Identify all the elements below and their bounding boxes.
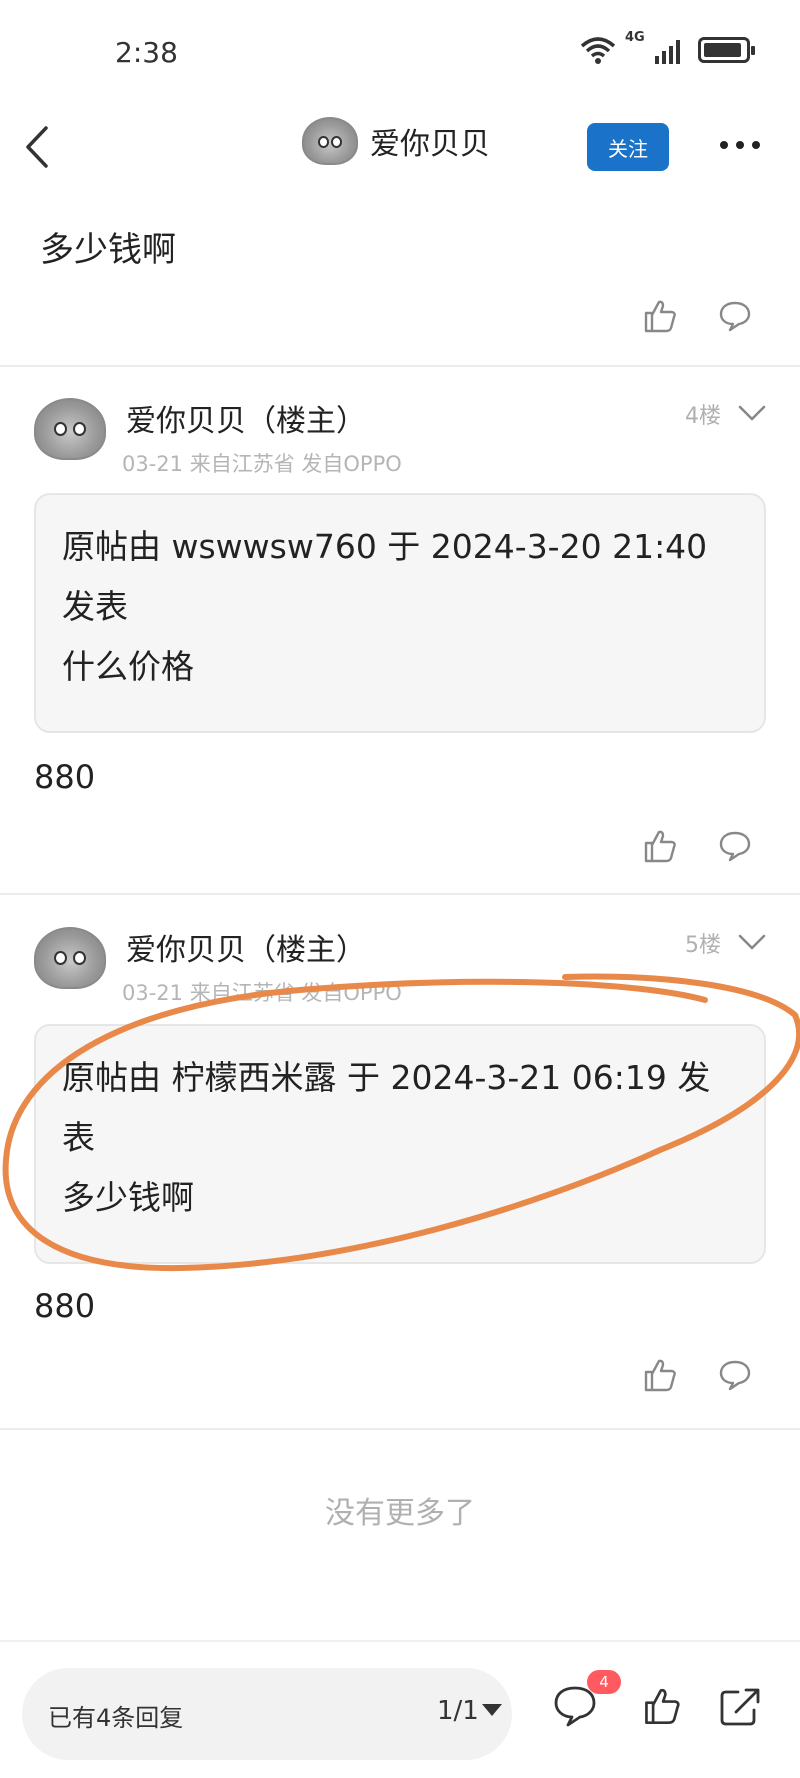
follow-button[interactable]: 关注 [587,123,669,171]
no-more-text: 没有更多了 [325,1496,475,1531]
status-time: 2:38 [115,36,178,69]
post-actions [642,1357,752,1393]
more-options-button[interactable] [720,135,770,155]
nav-author[interactable]: 爱你贝贝 [302,117,490,165]
reply-content: 880 [34,758,96,796]
comment-count-badge: 4 [587,1670,621,1694]
avatar[interactable] [34,927,106,989]
post-actions [642,298,752,334]
more-dot-icon [736,141,744,149]
page-indicator[interactable]: 1/1 [437,1696,479,1726]
divider [0,365,800,367]
reply-content: 880 [34,1287,96,1325]
floor-number: 4楼 [685,404,721,429]
divider [0,1428,800,1430]
thumbs-up-icon[interactable] [642,298,678,334]
quote-body: 什么价格 [62,647,194,686]
quote-box: 原帖由 wswwsw760 于 2024-3-20 21:40 发表 什么价格 [34,493,766,733]
chevron-down-icon[interactable] [738,933,766,951]
thumbs-up-icon[interactable] [642,1686,682,1726]
floor-meta: 03-21 来自江苏省 发自OPPO [122,981,402,1005]
more-dot-icon [720,141,728,149]
reply-input[interactable]: 已有4条回复 1/1 [22,1668,512,1760]
status-icons: 4G [579,30,755,64]
quote-box: 原帖由 柠檬西米露 于 2024-3-21 06:19 发表 多少钱啊 [34,1024,766,1264]
back-button[interactable] [18,122,58,172]
thumbs-up-icon[interactable] [642,1357,678,1393]
floor-meta: 03-21 来自江苏省 发自OPPO [122,452,402,476]
status-bar: 2:38 4G [0,0,800,100]
comment-icon[interactable] [718,830,752,862]
share-icon[interactable] [718,1684,762,1728]
signal-icon: 4G [625,30,680,64]
network-label: 4G [625,30,645,45]
more-dot-icon [752,141,760,149]
chevron-down-icon[interactable] [738,404,766,422]
floor-number: 5楼 [685,933,721,958]
quote-header: 原帖由 wswwsw760 于 2024-3-20 21:40 发表 [62,527,708,626]
floor-author[interactable]: 爱你贝贝（楼主） [126,925,366,969]
battery-icon [698,37,755,63]
chevron-left-icon [26,126,48,168]
quote-header: 原帖由 柠檬西米露 于 2024-3-21 06:19 发表 [62,1058,711,1157]
nav-author-name: 爱你贝贝 [370,127,490,162]
quote-body: 多少钱啊 [62,1178,194,1217]
wifi-icon [580,37,616,64]
caret-down-icon[interactable] [482,1704,502,1716]
comment-icon[interactable] [718,1359,752,1391]
reply-count: 已有4条回复 [48,1704,184,1732]
floor-author[interactable]: 爱你贝贝（楼主） [126,396,366,440]
floor-5: 爱你贝贝（楼主） 03-21 来自江苏省 发自OPPO 5楼 原帖由 柠檬西米露… [0,897,800,1427]
avatar[interactable] [302,117,358,165]
avatar[interactable] [34,398,106,460]
bottom-bar: 已有4条回复 1/1 4 [0,1640,800,1778]
thumbs-up-icon[interactable] [642,828,678,864]
post-content: 多少钱啊 [40,230,176,270]
post-actions [642,828,752,864]
nav-bar: 爱你贝贝 关注 [0,100,800,195]
comment-icon[interactable] [718,300,752,332]
divider [0,893,800,895]
floor-4: 爱你贝贝（楼主） 03-21 来自江苏省 发自OPPO 4楼 原帖由 wswws… [0,368,800,893]
